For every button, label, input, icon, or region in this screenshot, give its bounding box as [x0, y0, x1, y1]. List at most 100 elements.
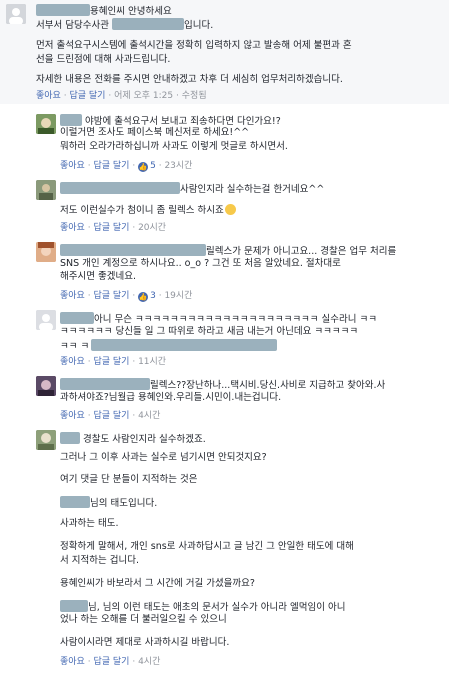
post-greeting: 용혜인씨 안녕하세요	[90, 6, 172, 17]
timestamp[interactable]: 4시간	[138, 657, 160, 667]
edited-label[interactable]: 수정됨	[182, 91, 207, 101]
comment-text: ㅋㅋ ㅋ	[60, 341, 90, 352]
comment-text: 야밤에 출석요구서 보내고 죄송하다면 다인가요!?	[85, 116, 281, 127]
comment-2-actions: 좋아요 · 답글 달기 · 20시간	[60, 223, 167, 233]
comment-text: 님, 님의 이런 태도는 애초의 문서가 실수가 아니라 엘먹임이 아니	[88, 602, 346, 613]
comment-text: 사람인지라 실수하는걸 한거네요^^	[180, 184, 325, 195]
comment-avatar[interactable]	[36, 180, 56, 200]
timestamp[interactable]: 20시간	[138, 223, 166, 233]
post-avatar[interactable]	[6, 4, 26, 24]
like-button[interactable]: 좋아요	[60, 411, 85, 421]
comment-4-line-3: ㅋㅋ ㅋ	[60, 339, 278, 353]
comment-4-line-1: 아니 무슨 ㅋㅋㅋㅋㅋㅋㅋㅋㅋㅋㅋㅋㅋㅋㅋㅋㅋㅋㅋㅋㅋ 실수라니 ㅋㅋ	[60, 312, 377, 326]
redacted-officer-name	[111, 18, 184, 30]
comment-avatar[interactable]	[36, 376, 56, 396]
post-line-2b: 입니다.	[183, 20, 214, 31]
comment-1-line-3: 뭐하러 오라가라하십니까 사과도 이렇게 멋글로 하시면서.	[60, 141, 288, 152]
avatar-photo-icon	[36, 376, 56, 396]
redacted-name	[60, 496, 90, 508]
reply-button[interactable]: 답글 달기	[93, 161, 129, 171]
comment-avatar[interactable]	[36, 430, 56, 450]
timestamp[interactable]: 11시간	[138, 357, 166, 367]
comment-6-para-7: 용혜인씨가 바보라서 그 시간에 거길 가셨을까요?	[60, 578, 255, 589]
comment-3-line-2: SNS 개인 계정으로 하시나요.. o_o ? 그건 또 처음 알았네요. 절…	[60, 258, 341, 269]
like-button[interactable]: 좋아요	[36, 91, 61, 101]
reply-button[interactable]: 답글 달기	[69, 91, 105, 101]
comment-text: 경찰도 사람인지라 실수하겠죠.	[83, 434, 206, 445]
comment-avatar[interactable]	[36, 242, 56, 262]
comment-2-line-2: 저도 이런실수가 첨이니 좀 릴렉스 하시죠	[60, 204, 236, 217]
smile-emoji-icon	[224, 204, 236, 215]
like-button[interactable]: 좋아요	[60, 657, 85, 667]
comment-5-line-1: 릴렉스??장난하나...택시비.당신.사비로 지급하고 찾아와.사	[60, 378, 385, 392]
redacted-name[interactable]	[60, 378, 150, 390]
post-header: 용혜인씨 안녕하세요	[36, 4, 172, 18]
post-line-2a: 서부서 담당수사관	[36, 20, 109, 31]
comment-6-para-4: 님의 태도입니다.	[60, 496, 157, 510]
like-button[interactable]: 좋아요	[60, 357, 85, 367]
comment-text: 아니 무슨 ㅋㅋㅋㅋㅋㅋㅋㅋㅋㅋㅋㅋㅋㅋㅋㅋㅋㅋㅋㅋㅋ 실수라니 ㅋㅋ	[94, 314, 378, 325]
post-line-5: 자세한 내용은 전화를 주시면 안내하겠고 차후 더 세심히 업무처리하겠습니다…	[36, 74, 343, 85]
reply-button[interactable]: 답글 달기	[93, 291, 129, 301]
avatar-photo-icon	[36, 180, 56, 200]
post: 용혜인씨 안녕하세요 서부서 담당수사관 입니다. 먼저 출석요구시스템에 출석…	[0, 0, 449, 104]
reply-button[interactable]: 답글 달기	[93, 657, 129, 667]
comment-3-actions: 좋아요 · 답글 달기 · 👍 3 · 19시간	[60, 291, 193, 302]
timestamp[interactable]: 4시간	[138, 411, 160, 421]
avatar-photo-icon	[36, 242, 56, 262]
like-button[interactable]: 좋아요	[60, 291, 85, 301]
comment-6-line-1: 경찰도 사람인지라 실수하겠죠.	[60, 432, 206, 446]
avatar-placeholder-icon	[6, 4, 26, 24]
avatar-photo-icon	[36, 430, 56, 450]
reply-button[interactable]: 답글 달기	[93, 411, 129, 421]
timestamp[interactable]: 어제 오후 1:25	[114, 91, 173, 101]
comment-1-actions: 좋아요 · 답글 달기 · 👍 5 · 23시간	[60, 161, 193, 172]
comment-text: 님의 태도입니다.	[90, 498, 158, 509]
comment-text: 릴렉스가 문제가 아니고요... 경찰은 업무 처리를	[206, 246, 397, 257]
timestamp[interactable]: 23시간	[164, 161, 192, 171]
comment-6-actions: 좋아요 · 답글 달기 · 4시간	[60, 657, 161, 667]
reply-button[interactable]: 답글 달기	[93, 223, 129, 233]
post-line-2: 서부서 담당수사관 입니다.	[36, 18, 213, 32]
comment-6-para-8a: 님, 님의 이런 태도는 애초의 문서가 실수가 아니라 엘먹임이 아니	[60, 600, 345, 614]
redacted-text	[91, 339, 278, 351]
comment-1-line-2: 이럴거면 조사도 페이스북 메신저로 하세요!^^	[60, 127, 250, 138]
comment-text: 저도 이런실수가 첨이니 좀 릴렉스 하시죠	[60, 205, 224, 216]
comment-6-para-6a: 정확하게 말해서, 개인 sns로 사과하답시고 글 남긴 그 안일한 태도에 …	[60, 541, 354, 552]
comment-6-para-2: 그러나 그 이후 사과는 실수로 넘기시면 안되것지요?	[60, 452, 267, 463]
comment-6-para-6b: 서 지적하는 겁니다.	[60, 555, 139, 566]
comment-4-line-2: ㅋㅋㅋㅋㅋㅋ 당신들 일 그 따위로 하라고 새금 내는거 아닌데요 ㅋㅋㅋㅋㅋ	[60, 326, 359, 337]
timestamp[interactable]: 19시간	[164, 291, 192, 301]
redacted-name[interactable]	[60, 182, 180, 194]
redacted-name[interactable]	[36, 4, 90, 16]
like-button[interactable]: 좋아요	[60, 161, 85, 171]
reply-button[interactable]: 답글 달기	[93, 357, 129, 367]
avatar-placeholder-icon	[36, 310, 56, 330]
comment-avatar[interactable]	[36, 114, 56, 134]
comment-3-line-1: 릴렉스가 문제가 아니고요... 경찰은 업무 처리를	[60, 244, 396, 258]
comment-6-para-3: 여기 댓글 단 분들이 지적하는 것은	[60, 474, 198, 485]
comment-2-line-1: 사람인지라 실수하는걸 한거네요^^	[60, 182, 324, 196]
comment-4-actions: 좋아요 · 답글 달기 · 11시간	[60, 357, 167, 367]
redacted-name	[60, 600, 88, 612]
redacted-name[interactable]	[60, 312, 94, 324]
comment-3-line-3: 해주시면 좋겠네요.	[60, 271, 136, 282]
comment-5-line-2: 과하셔야죠?님월급 용혜인와.우리들.시민이.내는겁니다.	[60, 392, 282, 403]
comment-avatar[interactable]	[36, 310, 56, 330]
post-actions: 좋아요 · 답글 달기 · 어제 오후 1:25 · 수정됨	[36, 91, 207, 101]
avatar-photo-icon	[36, 114, 56, 134]
post-line-3: 먼저 출석요구시스템에 출석시간을 정확히 입력하지 않고 발송해 어제 불편과…	[36, 40, 352, 51]
like-count[interactable]: 3	[150, 291, 156, 301]
like-count[interactable]: 5	[150, 161, 156, 171]
redacted-name[interactable]	[60, 432, 80, 444]
comment-text: 릴렉스??장난하나...택시비.당신.사비로 지급하고 찾아와.사	[150, 380, 386, 391]
thumbs-up-icon: 👍	[138, 292, 149, 302]
post-line-4: 선을 드린점에 대해 사과드립니다.	[36, 54, 171, 65]
comment-5-actions: 좋아요 · 답글 달기 · 4시간	[60, 411, 161, 421]
comment-6-para-9: 사람이시라면 제대로 사과하시길 바랍니다.	[60, 637, 230, 648]
thumbs-up-icon: 👍	[138, 162, 149, 172]
comment-6-para-5: 사과하는 태도.	[60, 518, 119, 529]
like-button[interactable]: 좋아요	[60, 223, 85, 233]
redacted-name[interactable]	[60, 114, 82, 126]
redacted-name[interactable]	[60, 244, 206, 256]
